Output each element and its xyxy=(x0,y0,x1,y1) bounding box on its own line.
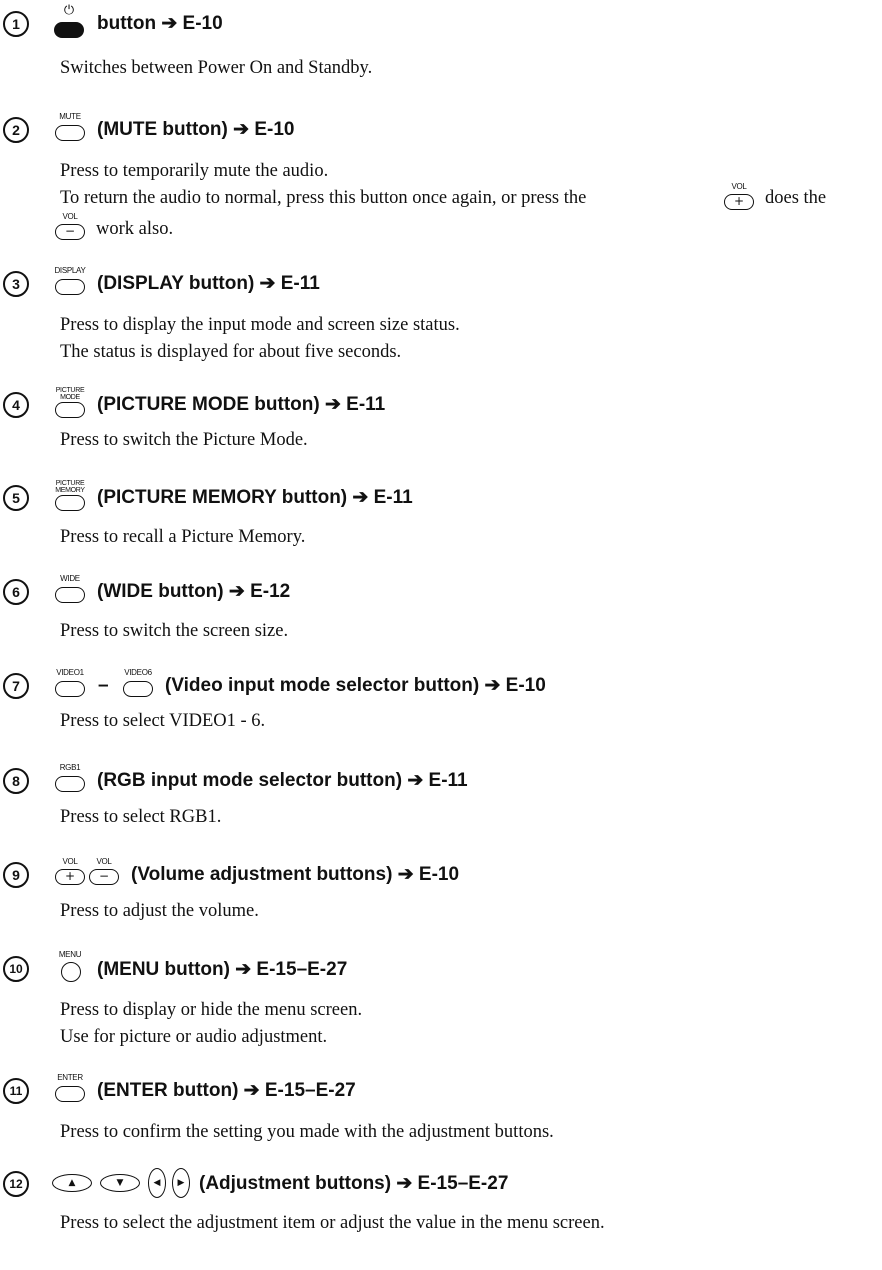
entry-description: Press to recall a Picture Memory. xyxy=(60,527,306,547)
power-button-icon: ⏻ xyxy=(52,4,86,38)
entry-title: (Volume adjustment buttons) ➔ E-10 xyxy=(131,864,460,885)
entry-title: (MENU button) ➔ E-15–E-27 xyxy=(97,959,348,980)
entry-header: 11 ENTER (ENTER button) ➔ E-15–E-27 xyxy=(0,1073,882,1113)
entry-title: (Video input mode selector button) ➔ E-1… xyxy=(165,675,546,696)
entry-number: 10 xyxy=(3,956,29,982)
entry-description: Use for picture or audio adjustment. xyxy=(60,1027,328,1047)
vol-minus-button-icon: VOL − xyxy=(87,857,121,889)
entry-title: (Adjustment buttons) ➔ E-15–E-27 xyxy=(199,1173,509,1194)
entry-title: (RGB input mode selector button) ➔ E-11 xyxy=(97,770,468,791)
entry-number: 7 xyxy=(3,673,29,699)
enter-button-icon: ENTER xyxy=(53,1073,87,1105)
entry-title: (DISPLAY button) ➔ E-11 xyxy=(97,273,320,294)
entry-header: 6 WIDE (WIDE button) ➔ E-12 xyxy=(0,574,882,614)
entry-description: work also. xyxy=(96,219,174,239)
entry-description: Press to select the adjustment item or a… xyxy=(60,1213,605,1233)
entry-description: Press to display or hide the menu screen… xyxy=(60,1000,363,1020)
entry-number: 4 xyxy=(3,392,29,418)
mute-button-icon: MUTE xyxy=(53,112,87,144)
entry-header: 4 PICTURE MODE (PICTURE MODE button) ➔ E… xyxy=(0,387,882,427)
entry-description: Press to display the input mode and scre… xyxy=(60,315,460,335)
up-arrow-button-icon: ▲ xyxy=(52,1174,92,1192)
entry-title: (PICTURE MODE button) ➔ E-11 xyxy=(97,394,386,415)
entry-title: (ENTER button) ➔ E-15–E-27 xyxy=(97,1080,356,1101)
entry-title: (PICTURE MEMORY button) ➔ E-11 xyxy=(97,487,413,508)
entry-description: Press to confirm the setting you made wi… xyxy=(60,1122,554,1142)
picture-mode-button-icon: PICTURE MODE xyxy=(53,387,87,419)
wide-button-icon: WIDE xyxy=(53,574,87,606)
entry-number: 3 xyxy=(3,271,29,297)
left-arrow-button-icon: ◀ xyxy=(148,1168,166,1198)
entry-header: 12 ▲ ▼ ◀ ▶ (Adjustment buttons) ➔ E-15–E… xyxy=(0,1166,882,1206)
display-button-icon: DISPLAY xyxy=(53,266,87,298)
entry-title: button ➔ E-10 xyxy=(97,13,223,34)
entry-number: 2 xyxy=(3,117,29,143)
entry-description: does the xyxy=(765,188,827,208)
entry-number: 8 xyxy=(3,768,29,794)
entry-description: Press to adjust the volume. xyxy=(60,901,259,921)
picture-memory-button-icon: PICTURE MEMORY xyxy=(53,480,87,512)
entry-title: (WIDE button) ➔ E-12 xyxy=(97,581,291,602)
entry-number: 11 xyxy=(3,1078,29,1104)
entry-description: To return the audio to normal, press thi… xyxy=(60,188,587,208)
entry-description: Press to switch the Picture Mode. xyxy=(60,430,308,450)
entry-header: 8 RGB1 (RGB input mode selector button) … xyxy=(0,763,882,803)
dash: – xyxy=(98,675,109,696)
entry-header: 5 PICTURE MEMORY (PICTURE MEMORY button)… xyxy=(0,480,882,520)
vol-plus-button-icon: VOL + xyxy=(722,182,756,214)
entry-title: (MUTE button) ➔ E-10 xyxy=(97,119,295,140)
entry-header: 2 MUTE (MUTE button) ➔ E-10 xyxy=(0,112,882,152)
entry-header: 7 VIDEO1 – VIDEO6 (Video input mode sele… xyxy=(0,668,882,708)
right-arrow-button-icon: ▶ xyxy=(172,1168,190,1198)
entry-number: 5 xyxy=(3,485,29,511)
entry-description: Press to temporarily mute the audio. xyxy=(60,161,329,181)
vol-plus-button-icon: VOL + xyxy=(53,857,87,889)
entry-description: Press to select RGB1. xyxy=(60,807,222,827)
video6-button-icon: VIDEO6 xyxy=(121,668,155,700)
menu-button-icon: MENU xyxy=(53,950,87,986)
entry-number: 12 xyxy=(3,1171,29,1197)
entry-description: The status is displayed for about five s… xyxy=(60,342,402,362)
entry-header: 10 MENU (MENU button) ➔ E-15–E-27 xyxy=(0,950,882,990)
entry-number: 9 xyxy=(3,862,29,888)
video1-button-icon: VIDEO1 xyxy=(53,668,87,700)
entry-number: 6 xyxy=(3,579,29,605)
entry-description: Press to switch the screen size. xyxy=(60,621,289,641)
entry-number: 1 xyxy=(3,11,29,37)
entry-header: 9 VOL + VOL − (Volume adjustment buttons… xyxy=(0,857,882,897)
entry-header: 1 ⏻ button ➔ E-10 xyxy=(0,4,882,46)
vol-minus-button-icon: VOL − xyxy=(53,212,87,244)
entry-header: 3 DISPLAY (DISPLAY button) ➔ E-11 xyxy=(0,266,882,306)
down-arrow-button-icon: ▼ xyxy=(100,1174,140,1192)
entry-description: Press to select VIDEO1 - 6. xyxy=(60,711,266,731)
rgb1-button-icon: RGB1 xyxy=(53,763,87,795)
entry-description: Switches between Power On and Standby. xyxy=(60,58,373,78)
